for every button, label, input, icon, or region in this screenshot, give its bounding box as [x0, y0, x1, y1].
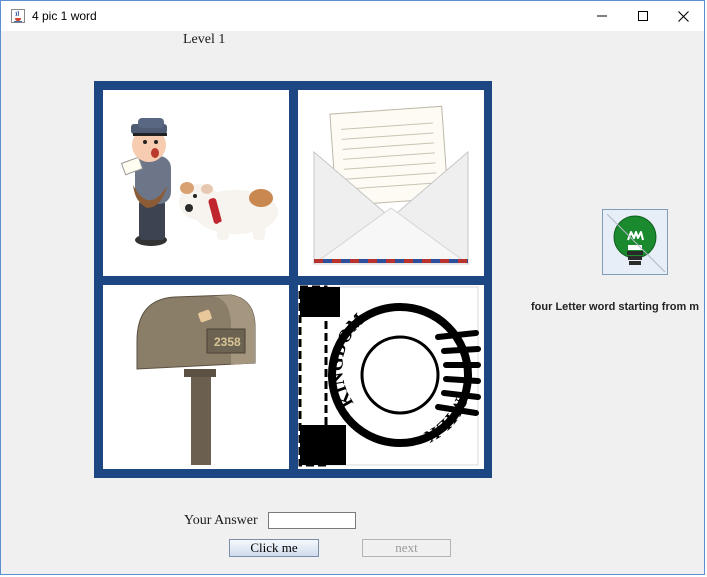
level-label: Level 1 — [183, 32, 226, 47]
hint-button[interactable] — [602, 209, 668, 275]
click-me-button[interactable]: Click me — [229, 539, 319, 557]
java-coffee-icon — [11, 9, 25, 23]
maximize-icon — [638, 11, 648, 21]
picture-grid: 2358 KINGDOM MILK — [94, 81, 492, 478]
window-title: 4 pic 1 word — [32, 9, 97, 23]
title-bar: 4 pic 1 word — [1, 1, 704, 31]
postman-dog-illustration — [120, 118, 278, 246]
app-window: 4 pic 1 word Level 1 2358 KINGDOM MILK f… — [0, 0, 705, 575]
lightbulb-icon — [606, 213, 666, 273]
picture-postmark: KINGDOM MILK — [298, 285, 484, 469]
hint-text: four Letter word starting from m — [531, 301, 700, 313]
picture-postman-dog — [103, 90, 289, 276]
answer-input[interactable] — [268, 512, 356, 529]
close-button[interactable] — [660, 1, 706, 31]
envelope-illustration — [312, 105, 470, 265]
picture-mailbox: 2358 — [103, 285, 289, 469]
postmark-illustration: KINGDOM MILK — [298, 285, 481, 467]
minimize-icon — [597, 15, 607, 17]
mailbox-illustration: 2358 — [136, 294, 256, 465]
game-panel: Level 1 2358 KINGDOM MILK four Letter wo… — [1, 31, 704, 574]
picture-envelope — [298, 90, 484, 276]
answer-label: Your Answer — [184, 513, 258, 528]
minimize-button[interactable] — [579, 1, 625, 31]
close-icon — [677, 10, 689, 22]
next-button[interactable]: next — [362, 539, 451, 557]
mailbox-number: 2358 — [214, 335, 241, 349]
